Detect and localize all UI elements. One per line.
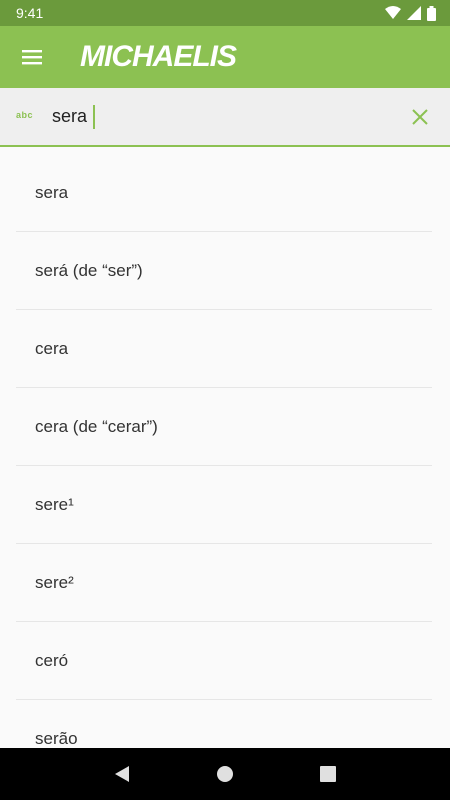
status-bar: 9:41: [0, 0, 450, 26]
navigation-bar: [0, 748, 450, 800]
home-icon[interactable]: [201, 750, 249, 798]
status-time: 9:41: [16, 5, 44, 21]
search-bar: abc: [0, 88, 450, 147]
search-input-wrap: [52, 104, 396, 129]
back-icon[interactable]: [98, 750, 146, 798]
battery-icon: [427, 5, 436, 21]
list-item[interactable]: sere¹: [16, 466, 432, 544]
menu-icon[interactable]: [4, 29, 60, 85]
recents-icon[interactable]: [304, 750, 352, 798]
status-icons: [385, 5, 436, 21]
app-logo: MICHAELIS: [80, 40, 237, 73]
wifi-icon: [385, 6, 401, 19]
search-input[interactable]: [52, 106, 92, 127]
results-list: sera será (de “ser”) cera cera (de “cera…: [0, 154, 450, 748]
list-item[interactable]: ceró: [16, 622, 432, 700]
list-item[interactable]: serão: [16, 700, 432, 748]
list-item[interactable]: cera: [16, 310, 432, 388]
app-bar: MICHAELIS: [0, 26, 450, 88]
list-item[interactable]: sera: [16, 154, 432, 232]
list-item[interactable]: cera (de “cerar”): [16, 388, 432, 466]
list-item[interactable]: será (de “ser”): [16, 232, 432, 310]
list-item[interactable]: sere²: [16, 544, 432, 622]
text-caret: [93, 104, 95, 129]
signal-icon: [407, 6, 421, 20]
close-icon[interactable]: [396, 93, 444, 141]
abc-icon[interactable]: abc: [16, 110, 38, 120]
